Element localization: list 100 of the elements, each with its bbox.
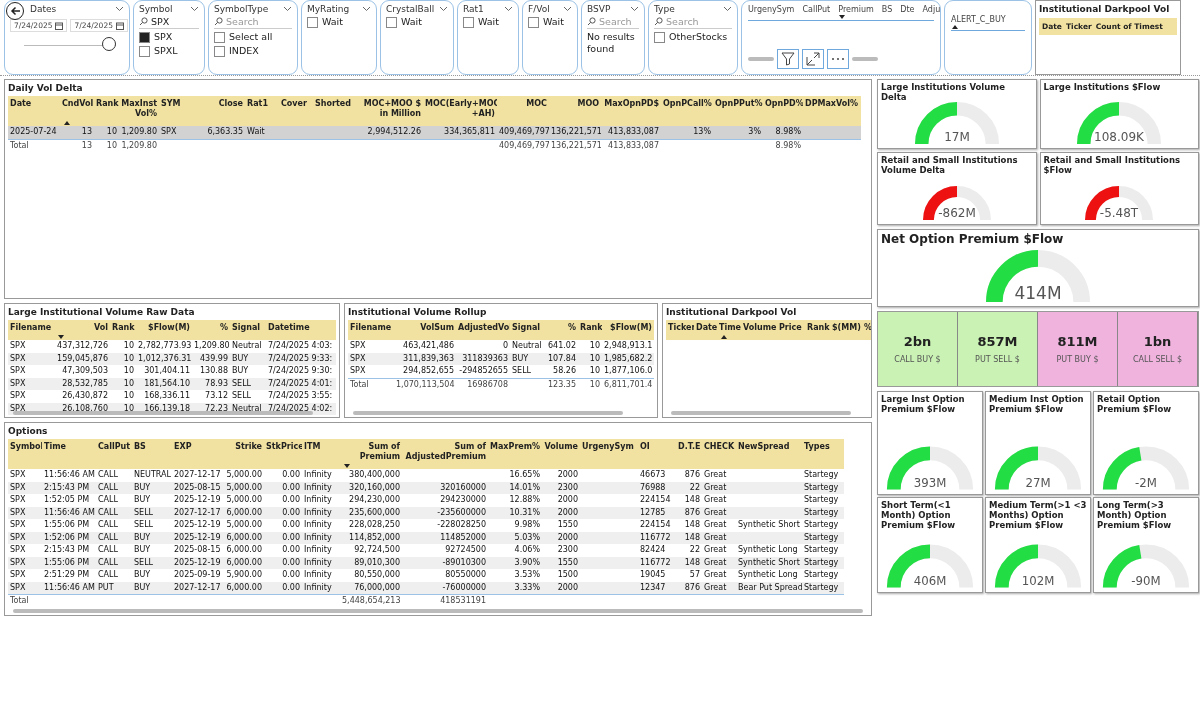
- more-options-button[interactable]: [827, 49, 849, 69]
- column-header[interactable]: CallPut: [96, 439, 132, 469]
- chevron-icon[interactable]: [439, 6, 448, 12]
- slicer-item[interactable]: SPXL: [139, 45, 178, 57]
- sort-ascending-icon[interactable]: [952, 25, 958, 29]
- slicer-item[interactable]: Wait: [463, 16, 499, 28]
- slicer-item[interactable]: Wait: [528, 16, 564, 28]
- scrollbar[interactable]: [748, 57, 774, 61]
- column-header[interactable]: Shorted: [313, 96, 353, 126]
- column-header[interactable]: OpnPD%: [763, 96, 803, 126]
- slicer-item[interactable]: Wait: [307, 16, 343, 28]
- column-header[interactable]: Filename: [348, 320, 394, 340]
- column-header[interactable]: Rat1: [245, 96, 279, 126]
- column-header[interactable]: Volume: [741, 320, 777, 340]
- column-header[interactable]: %: [192, 320, 230, 340]
- chevron-icon[interactable]: [563, 6, 572, 12]
- column-header[interactable]: UrgenySym: [748, 5, 795, 14]
- slicer-item[interactable]: SPX: [139, 31, 173, 43]
- calendar-icon[interactable]: [115, 21, 124, 30]
- column-header[interactable]: CHECK: [702, 439, 736, 469]
- slicer-item[interactable]: INDEX: [214, 45, 259, 57]
- scrollbar[interactable]: [852, 57, 878, 61]
- column-header[interactable]: DPMaxVol%: [803, 96, 861, 126]
- checkbox[interactable]: [463, 16, 474, 28]
- chevron-icon[interactable]: [723, 6, 732, 12]
- column-header[interactable]: Dte: [900, 5, 915, 14]
- column-header[interactable]: Types: [802, 439, 844, 469]
- calendar-icon[interactable]: [55, 21, 64, 30]
- scrollbar[interactable]: [13, 411, 313, 415]
- slicer-item[interactable]: OtherStocks: [654, 31, 728, 43]
- column-header[interactable]: $Flow(M): [602, 320, 654, 340]
- column-header[interactable]: Datetime: [266, 320, 336, 340]
- column-header[interactable]: Sum of AdjustedPremium: [402, 439, 488, 469]
- column-header[interactable]: MOC+MOO $ in Million: [353, 96, 423, 126]
- column-header[interactable]: $(MM): [830, 320, 862, 340]
- column-header[interactable]: MaxPrem%: [488, 439, 542, 469]
- column-header[interactable]: MaxOpnPD$: [601, 96, 661, 126]
- column-header[interactable]: Strike: [222, 439, 264, 469]
- column-header[interactable]: OpnPPut%: [713, 96, 763, 126]
- column-header[interactable]: Volume: [542, 439, 580, 469]
- slider-thumb[interactable]: [102, 37, 116, 51]
- column-header[interactable]: OpnPCall%: [661, 96, 713, 126]
- sort-ascending-icon[interactable]: [721, 335, 727, 339]
- scrollbar[interactable]: [671, 411, 851, 415]
- column-header[interactable]: BS: [881, 5, 893, 14]
- column-header[interactable]: Rank: [94, 96, 119, 126]
- column-header[interactable]: CndVol: [60, 96, 94, 126]
- checkbox[interactable]: [139, 31, 150, 43]
- chevron-icon[interactable]: [362, 6, 371, 12]
- column-header[interactable]: ALERT_C_BUY: [951, 15, 1006, 24]
- chevron-icon[interactable]: [630, 6, 639, 12]
- column-header[interactable]: %: [862, 320, 871, 340]
- chevron-icon[interactable]: [283, 6, 292, 12]
- checkbox[interactable]: [214, 31, 225, 43]
- column-header[interactable]: Premium: [838, 5, 874, 14]
- checkbox[interactable]: [214, 45, 225, 57]
- column-header[interactable]: Close: [195, 96, 245, 126]
- column-header[interactable]: EXP: [172, 439, 222, 469]
- scrollbar[interactable]: [13, 609, 863, 613]
- column-header[interactable]: MaxInst Vol%: [119, 96, 159, 126]
- column-header[interactable]: MOO: [549, 96, 601, 126]
- checkbox[interactable]: [386, 16, 397, 28]
- column-header[interactable]: Sum of Premium: [340, 439, 402, 469]
- checkbox[interactable]: [654, 31, 665, 43]
- column-header[interactable]: Cover: [279, 96, 313, 126]
- column-header[interactable]: ITM: [302, 439, 340, 469]
- chevron-icon[interactable]: [504, 6, 513, 12]
- column-header[interactable]: NewSpread: [736, 439, 802, 469]
- search-field[interactable]: SPX: [139, 16, 199, 29]
- column-header[interactable]: Vol: [54, 320, 110, 340]
- column-header[interactable]: MOC: [497, 96, 549, 126]
- scrollbar[interactable]: [353, 411, 623, 415]
- column-header[interactable]: MOC(Early+MOC +AH): [423, 96, 497, 126]
- column-header[interactable]: $Flow(M): [136, 320, 192, 340]
- column-header[interactable]: Time: [717, 320, 741, 340]
- column-header[interactable]: Signal: [230, 320, 266, 340]
- column-header[interactable]: Adju: [922, 5, 941, 14]
- column-header[interactable]: Time: [42, 439, 96, 469]
- column-header[interactable]: Ticker: [666, 320, 694, 340]
- column-header[interactable]: Date: [694, 320, 717, 340]
- focus-mode-button[interactable]: [802, 49, 824, 69]
- column-header[interactable]: CallPut: [802, 5, 831, 14]
- column-header[interactable]: SYM: [159, 96, 195, 126]
- slicer-item[interactable]: Select all: [214, 31, 273, 43]
- column-header[interactable]: Price: [777, 320, 805, 340]
- checkbox[interactable]: [528, 16, 539, 28]
- checkbox[interactable]: [139, 45, 150, 57]
- range-slider[interactable]: [24, 39, 116, 53]
- column-header[interactable]: OI: [638, 439, 676, 469]
- filter-button[interactable]: [777, 49, 799, 69]
- checkbox[interactable]: [307, 16, 318, 28]
- column-header[interactable]: D.T.E: [676, 439, 702, 469]
- column-header[interactable]: VolSum: [394, 320, 456, 340]
- slicer-item[interactable]: Wait: [386, 16, 422, 28]
- column-header[interactable]: UrgenySym: [580, 439, 638, 469]
- sort-descending-icon[interactable]: [839, 15, 846, 19]
- column-header[interactable]: Rank: [805, 320, 830, 340]
- chevron-icon[interactable]: [190, 6, 199, 12]
- column-header[interactable]: Signal: [510, 320, 546, 340]
- column-header[interactable]: BS: [132, 439, 172, 469]
